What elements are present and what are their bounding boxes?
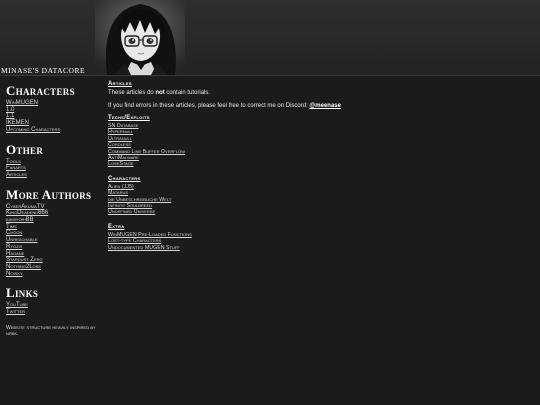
sidebar-section-characters: Characters WinMUGEN 1.0 1.1 IKEMEN Upcom…: [6, 84, 98, 134]
article-link[interactable]: Undefined Universe: [108, 209, 155, 215]
article-link[interactable]: Command Line Buffer Overflow: [108, 149, 185, 155]
article-link[interactable]: Infinite Soulbreed: [108, 203, 152, 209]
articles-intro: These articles do not contain tutorials.: [108, 90, 211, 96]
sidebar-link-winmugen[interactable]: WinMUGEN: [6, 100, 38, 106]
sidebar-heading-other: Other: [6, 141, 44, 157]
article-link[interactable]: Matarus: [108, 190, 128, 196]
sidebar-link-author[interactable]: Ryozis: [6, 244, 22, 250]
articles-errors-note: If you find errors in these articles, pl…: [108, 103, 341, 109]
sidebar-link-author[interactable]: CyberAkumaTV: [6, 204, 44, 210]
section-heading-articles: Articles: [108, 81, 132, 87]
header-portrait-image: [95, 0, 185, 75]
sidebar-link-twitter[interactable]: Twitter: [6, 309, 25, 315]
main-content: Articles These articles do not contain t…: [108, 81, 528, 259]
section-heading-techs: Techs/Exploits: [108, 115, 150, 121]
site-header: Minase's Datacore: [0, 0, 540, 76]
section-heading-extra: Extra: [108, 223, 125, 230]
article-link[interactable]: Alien (JJ5): [108, 184, 134, 190]
sidebar-link-author[interactable]: Tims: [6, 224, 17, 230]
sidebar-link-youtube[interactable]: YouTube: [6, 302, 28, 308]
sidebar-link-author[interactable]: KingDeadend666: [6, 210, 48, 216]
sidebar-link-upcoming-characters[interactable]: Upcoming Characters: [6, 127, 60, 133]
sidebar-link-articles[interactable]: Articles: [6, 172, 27, 178]
article-link[interactable]: die Unbeschreibliche Welt: [108, 197, 171, 203]
sidebar-section-more-authors: More Authors CyberAkumaTV KingDeadend666…: [6, 186, 98, 278]
article-link[interactable]: Hypernull: [108, 129, 133, 135]
discord-handle-link[interactable]: @meenase: [309, 103, 341, 109]
sidebar-link-ikemen[interactable]: IKEMEN: [6, 120, 29, 126]
article-link[interactable]: Cordless: [108, 142, 131, 148]
sidebar-link-fanarts[interactable]: Fanarts: [6, 165, 26, 171]
sidebar: Characters WinMUGEN 1.0 1.1 IKEMEN Upcom…: [6, 84, 98, 338]
sidebar-link-1-0[interactable]: 1.0: [6, 107, 14, 113]
sidebar-link-author[interactable]: Choon: [6, 230, 22, 236]
sidebar-link-tools[interactable]: Tools: [6, 159, 21, 165]
emphasis-not: not: [155, 90, 165, 96]
characters-list: Alien (JJ5) Matarus die Unbeschreibliche…: [108, 184, 528, 216]
article-link[interactable]: Ultranull: [108, 136, 132, 142]
sidebar-link-1-1[interactable]: 1.1: [6, 113, 14, 119]
sidebar-link-author[interactable]: Hagane: [6, 251, 24, 257]
site-title[interactable]: Minase's Datacore: [1, 66, 85, 75]
sidebar-heading-more-authors: More Authors: [6, 186, 92, 202]
sidebar-heading-characters: Characters: [6, 83, 75, 98]
article-link[interactable]: LoseStage: [108, 161, 134, 167]
sidebar-section-links: Links YouTube Twitter: [6, 286, 98, 315]
sidebar-section-other: Other Tools Fanarts Articles: [6, 141, 98, 179]
sidebar-link-author[interactable]: Noisky: [6, 271, 23, 277]
sidebar-link-author[interactable]: Stardust Zero: [6, 257, 43, 263]
article-link[interactable]: Undocumented MUGEN Stuff: [108, 245, 180, 251]
sidebar-link-author[interactable]: Nothing2Lose: [6, 264, 41, 270]
article-link[interactable]: AntiMalware: [108, 155, 139, 161]
article-link[interactable]: Lost-type Characters: [108, 238, 161, 244]
techs-list: SN Database Hypernull Ultranull Cordless…: [108, 123, 528, 168]
sidebar-heading-links: Links: [6, 285, 39, 301]
article-link[interactable]: WinMUGEN Pre-Loaded Functions: [108, 232, 192, 238]
sidebar-credit-note: Website structure heavily inspired by nr…: [6, 324, 96, 338]
sidebar-link-author[interactable]: kamiyoriBB: [6, 217, 34, 223]
extra-list: WinMUGEN Pre-Loaded Functions Lost-type …: [108, 232, 528, 251]
section-heading-characters: Characters: [108, 175, 141, 182]
sidebar-link-author[interactable]: Unreachable: [6, 237, 37, 243]
article-link[interactable]: SN Database: [108, 123, 139, 129]
